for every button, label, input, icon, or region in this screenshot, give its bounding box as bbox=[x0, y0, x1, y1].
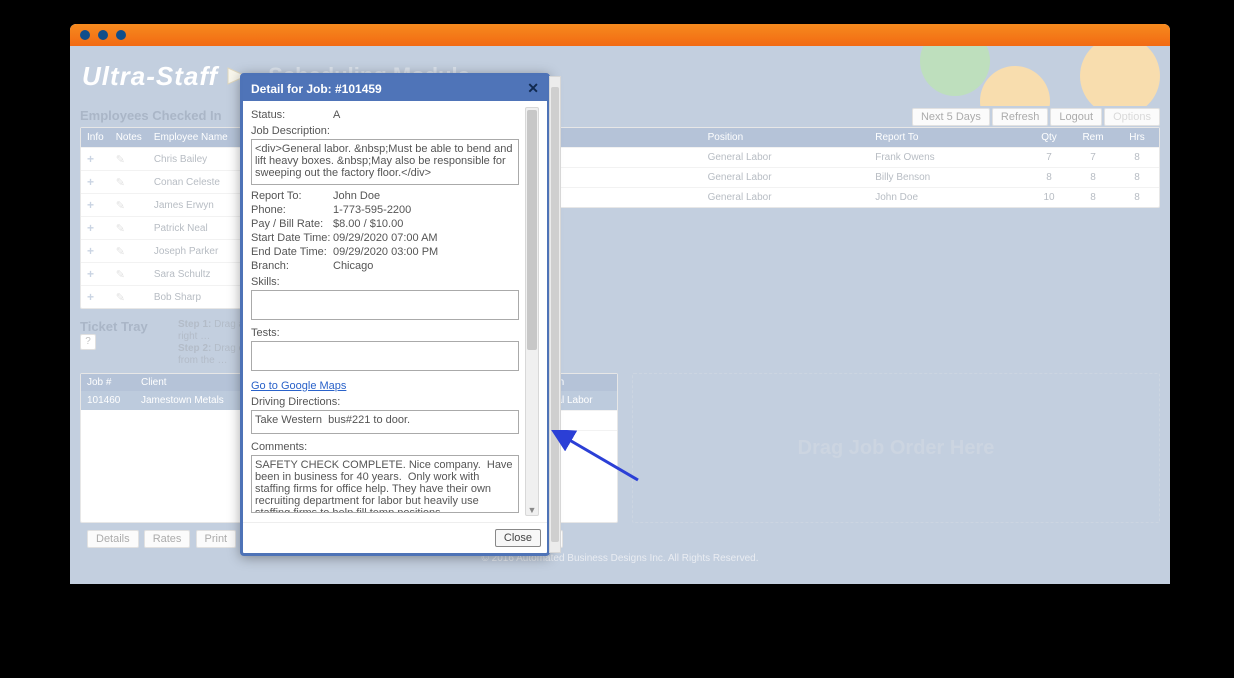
job-detail-modal: Detail for Job: #101459 ✕ Status:A Job D… bbox=[240, 73, 550, 556]
label-directions: Driving Directions: bbox=[251, 396, 519, 408]
label-phone: Phone: bbox=[251, 204, 333, 216]
window-dot[interactable] bbox=[80, 30, 90, 40]
modal-title: Detail for Job: #101459 bbox=[251, 82, 527, 96]
window-dot[interactable] bbox=[116, 30, 126, 40]
value-branch: Chicago bbox=[333, 260, 519, 272]
modal-inner-scrollbar[interactable]: ▲ ▼ bbox=[525, 107, 539, 516]
label-report-to: Report To: bbox=[251, 190, 333, 202]
label-skills: Skills: bbox=[251, 276, 519, 288]
label-comments: Comments: bbox=[251, 441, 519, 453]
value-report-to: John Doe bbox=[333, 190, 519, 202]
job-description-textarea[interactable] bbox=[251, 139, 519, 185]
value-phone: 1-773-595-2200 bbox=[333, 204, 519, 216]
label-tests: Tests: bbox=[251, 327, 519, 339]
label-branch: Branch: bbox=[251, 260, 333, 272]
window-titlebar bbox=[70, 24, 1170, 46]
modal-outer-scrollbar[interactable] bbox=[549, 76, 561, 553]
directions-textarea[interactable] bbox=[251, 410, 519, 434]
value-status: A bbox=[333, 109, 519, 121]
label-start-date: Start Date Time: bbox=[251, 232, 333, 244]
skills-textarea[interactable] bbox=[251, 290, 519, 320]
label-end-date: End Date Time: bbox=[251, 246, 333, 258]
window-dot[interactable] bbox=[98, 30, 108, 40]
value-start-date: 09/29/2020 07:00 AM bbox=[333, 232, 519, 244]
modal-close-button[interactable]: Close bbox=[495, 529, 541, 547]
modal-overlay bbox=[70, 46, 1170, 584]
value-pay-bill: $8.00 / $10.00 bbox=[333, 218, 519, 230]
label-pay-bill: Pay / Bill Rate: bbox=[251, 218, 333, 230]
modal-close-x-icon[interactable]: ✕ bbox=[527, 80, 539, 97]
tests-textarea[interactable] bbox=[251, 341, 519, 371]
value-end-date: 09/29/2020 03:00 PM bbox=[333, 246, 519, 258]
label-status: Status: bbox=[251, 109, 333, 121]
comments-textarea[interactable] bbox=[251, 455, 519, 513]
label-job-description: Job Description: bbox=[251, 125, 519, 137]
google-maps-link[interactable]: Go to Google Maps bbox=[251, 380, 346, 392]
